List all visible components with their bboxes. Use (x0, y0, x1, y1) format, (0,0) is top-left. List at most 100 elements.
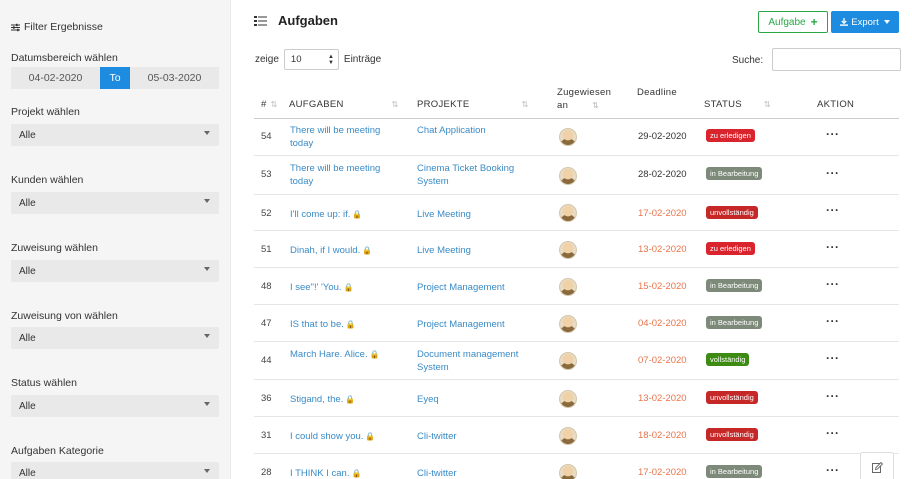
task-title: Dinah, if I would. (290, 245, 361, 256)
assignee-avatar[interactable] (559, 204, 577, 222)
deadline-date: 29-02-2020 (638, 131, 687, 142)
task-link[interactable]: There will be meeting today (290, 124, 402, 150)
assignee-avatar[interactable] (559, 166, 577, 185)
assignee-avatar[interactable] (559, 352, 577, 370)
assignee-avatar[interactable] (559, 389, 577, 408)
task-link[interactable]: There will be meeting today (290, 162, 402, 188)
add-task-label: Aufgabe (768, 16, 806, 28)
project-link[interactable]: Cli-twitter (417, 430, 542, 443)
column-header-project[interactable]: PROJEKTE ⇅ (417, 99, 529, 110)
project-link[interactable]: Eyeq (417, 393, 542, 406)
assigned-by-filter-value: Alle (19, 332, 36, 344)
row-actions-button[interactable]: ··· (826, 277, 840, 291)
category-filter-select[interactable]: Alle (11, 462, 219, 479)
status-cell: zu erledigen (706, 129, 755, 142)
category-filter-value: Alle (19, 467, 36, 479)
row-actions-button[interactable]: ··· (826, 426, 840, 440)
table-row: 48 I see"!' 'You. 🔒 Project Management 15-02… (254, 268, 899, 305)
status-badge: unvollständig (706, 391, 758, 404)
column-header-id[interactable]: # ⇅ (261, 99, 278, 110)
project-link[interactable]: Cli-twitter (417, 467, 542, 479)
sort-icon: ⇅ (270, 100, 278, 109)
date-from-input[interactable]: 04-02-2020 (11, 67, 100, 89)
export-label: Export (851, 16, 879, 28)
table-row: 53 There will be meeting today Cinema Tick… (254, 156, 899, 195)
status-badge: in Bearbeitung (706, 279, 763, 292)
add-task-button[interactable]: Aufgabe + (758, 11, 828, 33)
project-link[interactable]: Cinema Ticket Booking System (417, 162, 542, 188)
filter-sidebar: Filter Ergebnisse Datumsbereich wählen 0… (0, 0, 231, 479)
export-button[interactable]: Export (831, 11, 899, 33)
row-actions-button[interactable]: ··· (826, 314, 840, 328)
assignee-avatar[interactable] (559, 277, 577, 296)
lock-icon: 🔒 (362, 246, 373, 255)
row-actions-button[interactable]: ··· (826, 203, 840, 217)
search-label: Suche: (732, 55, 764, 66)
assigned-by-filter-select[interactable]: Alle (11, 327, 219, 349)
project-link[interactable]: Project Management (417, 281, 542, 294)
sort-icon: ⇅ (521, 100, 529, 109)
search-input[interactable] (772, 48, 901, 71)
row-actions-button[interactable]: ··· (826, 389, 840, 403)
table-row: 36 Stigand, the. 🔒 Eyeq 13-02-2020 unvollstän… (254, 380, 899, 417)
task-link[interactable]: I could show you. 🔒 (290, 430, 402, 443)
quick-edit-button[interactable] (860, 452, 894, 479)
assignee-avatar[interactable] (559, 463, 577, 479)
task-link[interactable]: March Hare. Alice. 🔒 (290, 348, 402, 361)
spinner-arrows-icon: ▲ ▼ (327, 54, 334, 66)
column-header-status[interactable]: STATUS ⇅ (704, 99, 771, 110)
page-header: Aufgaben (254, 13, 338, 28)
table-row: 44 March Hare. Alice. 🔒 Document management… (254, 342, 899, 380)
sliders-icon (11, 23, 20, 31)
project-link[interactable]: Project Management (417, 318, 542, 331)
task-link[interactable]: IS that to be. 🔒 (290, 318, 402, 331)
lock-icon: 🔒 (352, 210, 363, 219)
task-link[interactable]: I THINK I can. 🔒 (290, 467, 402, 479)
task-link[interactable]: Dinah, if I would. 🔒 (290, 244, 402, 257)
assignee-avatar[interactable] (559, 240, 577, 259)
column-header-task[interactable]: AUFGABEN ⇅ (289, 99, 399, 110)
status-cell: in Bearbeitung (706, 316, 763, 329)
assignee-avatar[interactable] (559, 426, 577, 445)
task-id: 53 (261, 169, 272, 180)
lock-icon: 🔒 (351, 469, 362, 478)
row-actions-button[interactable]: ··· (826, 463, 840, 477)
status-badge: zu erledigen (706, 242, 755, 255)
task-link[interactable]: I see"!' 'You. 🔒 (290, 281, 402, 294)
date-to-input[interactable]: 05-03-2020 (130, 67, 219, 89)
task-id: 44 (261, 355, 272, 366)
entries-select[interactable]: 10 ▲ ▼ (283, 49, 339, 70)
project-link[interactable]: Chat Application (417, 124, 542, 137)
status-badge: unvollständig (706, 206, 758, 219)
row-actions-button[interactable]: ··· (826, 127, 840, 141)
task-id: 54 (261, 131, 272, 142)
column-header-deadline[interactable]: Deadline (637, 87, 677, 98)
column-header-assigned[interactable]: Zugewiesen an ⇅ (557, 86, 611, 112)
status-filter-select[interactable]: Alle (11, 395, 219, 417)
deadline-date: 13-02-2020 (638, 393, 687, 404)
assignee-avatar[interactable] (559, 128, 577, 146)
status-cell: unvollständig (706, 206, 758, 219)
task-link[interactable]: I'll come up: if. 🔒 (290, 208, 402, 221)
status-badge: zu erledigen (706, 129, 755, 142)
project-filter-label: Projekt wählen (11, 106, 80, 118)
status-cell: in Bearbeitung (706, 465, 763, 478)
task-list-icon (254, 15, 267, 26)
client-filter-select[interactable]: Alle (11, 192, 219, 214)
assignee-filter-select[interactable]: Alle (11, 260, 219, 282)
row-actions-button[interactable]: ··· (826, 351, 840, 365)
project-link[interactable]: Live Meeting (417, 244, 542, 257)
assignee-filter-label: Zuweisung wählen (11, 242, 98, 254)
row-actions-button[interactable]: ··· (826, 240, 840, 254)
project-link[interactable]: Live Meeting (417, 208, 542, 221)
project-filter-select[interactable]: Alle (11, 124, 219, 146)
task-link[interactable]: Stigand, the. 🔒 (290, 393, 402, 406)
deadline-date: 17-02-2020 (638, 467, 687, 478)
assignee-avatar[interactable] (559, 314, 577, 333)
page-title: Aufgaben (278, 13, 338, 28)
project-filter-value: Alle (19, 129, 36, 141)
row-actions-button[interactable]: ··· (826, 166, 840, 180)
task-id: 31 (261, 430, 272, 441)
project-link[interactable]: Document management System (417, 348, 542, 374)
caret-down-icon (204, 199, 210, 203)
